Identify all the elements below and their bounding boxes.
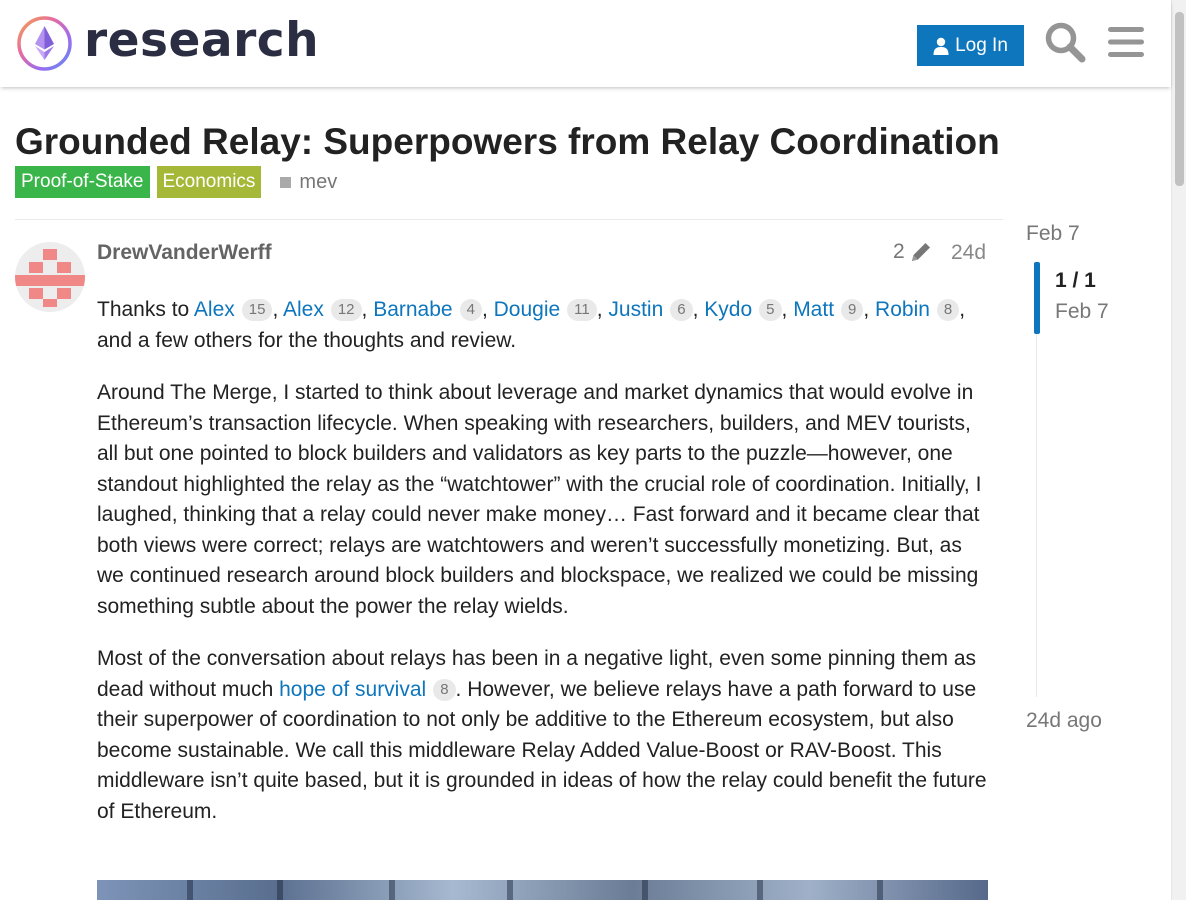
image-detail xyxy=(389,880,395,900)
mention-list: Alex 15, Alex 12, Barnabe 4, Dougie 11, Just… xyxy=(194,298,960,321)
user-mention[interactable]: Matt xyxy=(793,298,834,321)
timeline-start-date[interactable]: Feb 7 xyxy=(1026,222,1080,246)
logo-icon xyxy=(17,16,72,71)
page-scrollbar[interactable] xyxy=(1171,0,1186,900)
tag-square-icon xyxy=(280,176,292,188)
image-detail xyxy=(507,880,513,900)
topic-tags: Proof-of-Stake Economics mev xyxy=(15,166,337,198)
avatar[interactable] xyxy=(15,242,85,312)
site-name: research xyxy=(84,13,320,68)
topic-title[interactable]: Grounded Relay: Superpowers from Relay C… xyxy=(15,120,1000,164)
timeline-position: 1 / 1 xyxy=(1055,269,1096,292)
paragraph: Most of the conversation about relays ha… xyxy=(97,644,992,827)
image-detail xyxy=(757,880,763,900)
mention-click-count: 11 xyxy=(567,299,597,321)
scrollbar-thumb[interactable] xyxy=(1175,12,1184,186)
tag-label: mev xyxy=(299,170,338,193)
category-economics[interactable]: Economics xyxy=(156,166,262,198)
user-mention[interactable]: Alex xyxy=(283,298,324,321)
thanks-prefix: Thanks to xyxy=(97,298,190,321)
user-mention[interactable]: Robin xyxy=(875,298,930,321)
timeline-current-date: Feb 7 xyxy=(1055,300,1109,323)
tag-mev[interactable]: mev xyxy=(280,171,337,194)
user-icon xyxy=(933,37,949,55)
login-button[interactable]: Log In xyxy=(917,25,1024,66)
timeline-handle[interactable] xyxy=(1034,262,1040,334)
user-mention[interactable]: Kydo xyxy=(704,298,752,321)
hamburger-menu-button[interactable] xyxy=(1104,20,1148,64)
mention-click-count: 12 xyxy=(330,299,362,321)
mention-click-count: 6 xyxy=(670,299,693,321)
mention-click-count: 4 xyxy=(459,299,482,321)
search-button[interactable] xyxy=(1043,20,1087,64)
link-click-count: 8 xyxy=(433,678,456,701)
user-mention[interactable]: Alex xyxy=(194,298,235,321)
post-body: Thanks to Alex 15, Alex 12, Barnabe 4, Doug… xyxy=(97,295,992,849)
login-label: Log In xyxy=(955,34,1008,56)
site-logo[interactable]: research xyxy=(16,15,319,72)
mention-click-count: 15 xyxy=(241,299,273,321)
category-proof-of-stake[interactable]: Proof-of-Stake xyxy=(15,166,150,198)
post-image[interactable] xyxy=(97,880,988,900)
image-detail xyxy=(187,880,193,900)
divider xyxy=(15,219,1003,220)
edit-history-button[interactable]: 2 xyxy=(893,240,933,264)
post-date[interactable]: 24d xyxy=(951,241,986,265)
image-detail xyxy=(877,880,883,900)
user-mention[interactable]: Barnabe xyxy=(373,298,452,321)
user-mention[interactable]: Dougie xyxy=(494,298,561,321)
pencil-icon xyxy=(911,243,930,261)
identicon-icon xyxy=(15,249,85,307)
mention-click-count: 8 xyxy=(936,299,960,321)
mention-click-count: 9 xyxy=(841,299,864,321)
thanks-paragraph: Thanks to Alex 15, Alex 12, Barnabe 4, Doug… xyxy=(97,295,992,356)
mention-click-count: 5 xyxy=(759,299,782,321)
user-mention[interactable]: Justin xyxy=(608,298,663,321)
timeline-end-date[interactable]: 24d ago xyxy=(1026,709,1102,733)
site-header: research Log In xyxy=(0,0,1171,87)
paragraph: Around The Merge, I started to think abo… xyxy=(97,381,982,618)
edit-count: 2 xyxy=(893,240,905,263)
inline-link[interactable]: hope of survival xyxy=(279,678,426,701)
hamburger-menu-icon xyxy=(1108,27,1144,57)
post-author[interactable]: DrewVanderWerff xyxy=(97,241,272,265)
image-detail xyxy=(277,880,283,900)
search-icon xyxy=(1045,22,1086,63)
image-detail xyxy=(642,880,648,900)
